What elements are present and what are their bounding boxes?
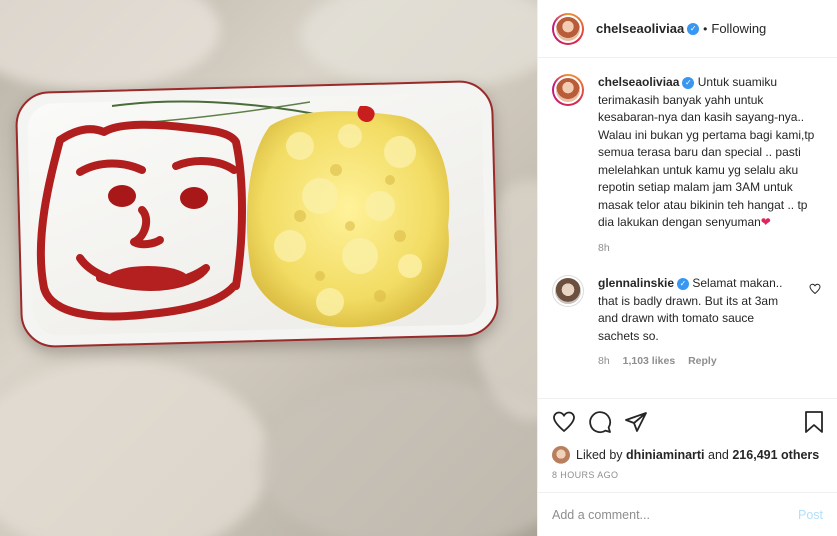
author-avatar[interactable]: [552, 12, 584, 45]
caption-username[interactable]: chelseaoliviaa: [598, 75, 679, 89]
caption-text: Untuk suamiku terimakasih banyak yahh un…: [598, 75, 815, 229]
likes-summary: Liked by dhiniaminarti and 216,491 other…: [538, 444, 837, 466]
action-bar: [538, 398, 837, 444]
liked-by-prefix: Liked by: [576, 448, 623, 462]
post-timestamp[interactable]: 8 HOURS AGO: [538, 466, 837, 492]
comment-like-heart-icon[interactable]: [809, 283, 821, 295]
verified-badge-icon: ✓: [687, 22, 700, 35]
heart-icon[interactable]: [552, 410, 576, 434]
caption-avatar[interactable]: [552, 74, 584, 106]
post-comment-button[interactable]: Post: [798, 508, 823, 522]
commenter-username[interactable]: glennalinskie: [598, 276, 674, 290]
caption: chelseaoliviaa ✓ Untuk suamiku terimakasi…: [552, 74, 823, 257]
comment-item: glennalinskie ✓ Selamat makan.. that is b…: [552, 275, 823, 371]
comment-input[interactable]: Add a comment...: [552, 508, 650, 522]
caption-meta: 8h: [598, 240, 823, 258]
scrambled-eggs: [246, 106, 450, 328]
caption-time[interactable]: 8h: [598, 242, 610, 254]
likes-others[interactable]: 216,491 others: [732, 448, 819, 462]
comment-time[interactable]: 8h: [598, 355, 610, 367]
comment-meta: 8h 1,103 likes Reply: [598, 353, 795, 371]
post-side-panel: chelseaoliviaa ✓ • Following chelseaoliv…: [537, 0, 837, 536]
commenter-avatar[interactable]: [552, 275, 584, 307]
heart-emoji: ❤: [760, 215, 771, 229]
comment-icon[interactable]: [588, 410, 612, 434]
author-username[interactable]: chelseaoliviaa: [596, 21, 684, 36]
blanket-fold: [0, 0, 220, 90]
verified-badge-icon: ✓: [677, 278, 690, 290]
comment-likes[interactable]: 1,103 likes: [623, 355, 676, 367]
separator-dot: •: [703, 21, 708, 36]
verified-badge-icon: ✓: [682, 77, 695, 89]
reply-button[interactable]: Reply: [688, 355, 717, 367]
blanket-fold: [0, 360, 270, 536]
post-photo[interactable]: [0, 0, 537, 536]
bookmark-icon[interactable]: [803, 410, 825, 434]
share-icon[interactable]: [624, 410, 648, 434]
blanket-fold: [260, 380, 537, 536]
ketchup-face-drawing: [36, 120, 246, 321]
liker-avatar[interactable]: [552, 446, 570, 464]
post-header: chelseaoliviaa ✓ • Following: [538, 0, 837, 58]
instagram-post: chelseaoliviaa ✓ • Following chelseaoliv…: [0, 0, 837, 536]
liker-username[interactable]: dhiniaminarti: [626, 448, 704, 462]
liked-by-joiner: and: [708, 448, 729, 462]
add-comment-bar: Add a comment... Post: [538, 492, 837, 536]
comments-list: chelseaoliviaa ✓ Untuk suamiku terimakasi…: [538, 58, 837, 398]
blanket-fold: [300, 0, 537, 90]
following-button[interactable]: Following: [711, 21, 766, 36]
